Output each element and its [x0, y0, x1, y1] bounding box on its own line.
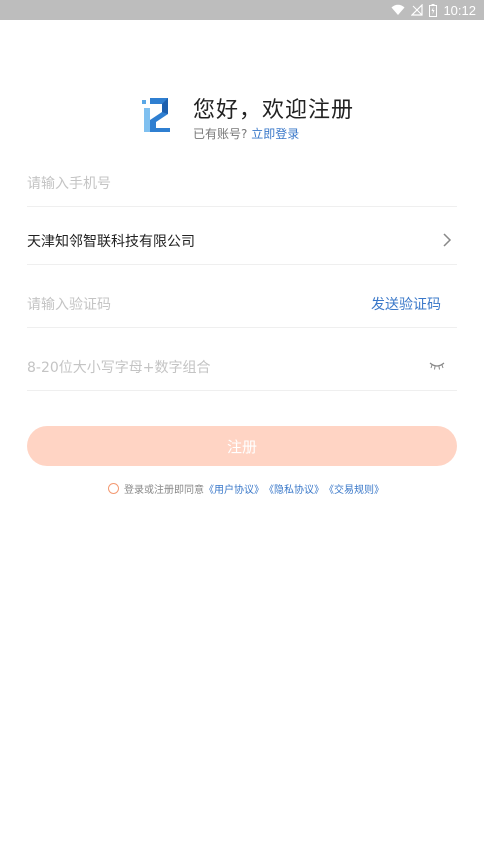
- eye-closed-icon[interactable]: [429, 360, 445, 372]
- agreement-checkbox[interactable]: [108, 482, 119, 494]
- register-header: 您好，欢迎注册 已有账号? 立即登录: [140, 92, 440, 146]
- page-title: 您好，欢迎注册: [193, 98, 355, 123]
- register-button[interactable]: 注册: [27, 426, 457, 466]
- status-icons: 10:12: [391, 0, 476, 20]
- phone-field[interactable]: 请输入手机号: [27, 160, 457, 207]
- company-selector[interactable]: 天津知邻智联科技有限公司: [27, 218, 457, 265]
- login-link[interactable]: 立即登录: [251, 127, 299, 141]
- agreement-text: 登录或注册即同意: [124, 484, 204, 496]
- company-value: 天津知邻智联科技有限公司: [27, 234, 195, 250]
- status-time: 10:12: [443, 2, 476, 18]
- battery-icon: [429, 3, 438, 17]
- password-field[interactable]: 8-20位大小写字母+数字组合: [27, 344, 457, 391]
- status-bar: 10:12: [0, 0, 484, 20]
- privacy-agreement-link[interactable]: 《隐私协议》: [264, 481, 324, 496]
- trade-rules-link[interactable]: 《交易规则》: [324, 481, 384, 496]
- login-prompt: 已有账号? 立即登录: [193, 125, 299, 142]
- verification-code-input[interactable]: 请输入验证码: [27, 294, 111, 314]
- wifi-icon: [391, 4, 405, 15]
- app-logo-icon: [142, 98, 170, 132]
- chevron-right-icon: [443, 233, 452, 247]
- signal-off-icon: [411, 4, 424, 16]
- agreement-row: 登录或注册即同意 《用户协议》 《隐私协议》 《交易规则》: [108, 480, 384, 496]
- user-agreement-link[interactable]: 《用户协议》: [204, 481, 264, 496]
- password-input[interactable]: 8-20位大小写字母+数字组合: [27, 357, 211, 377]
- phone-input[interactable]: 请输入手机号: [27, 173, 111, 193]
- verification-code-field[interactable]: 请输入验证码 发送验证码: [27, 281, 457, 328]
- send-code-button[interactable]: 发送验证码: [371, 294, 441, 314]
- login-prompt-text: 已有账号?: [193, 127, 248, 141]
